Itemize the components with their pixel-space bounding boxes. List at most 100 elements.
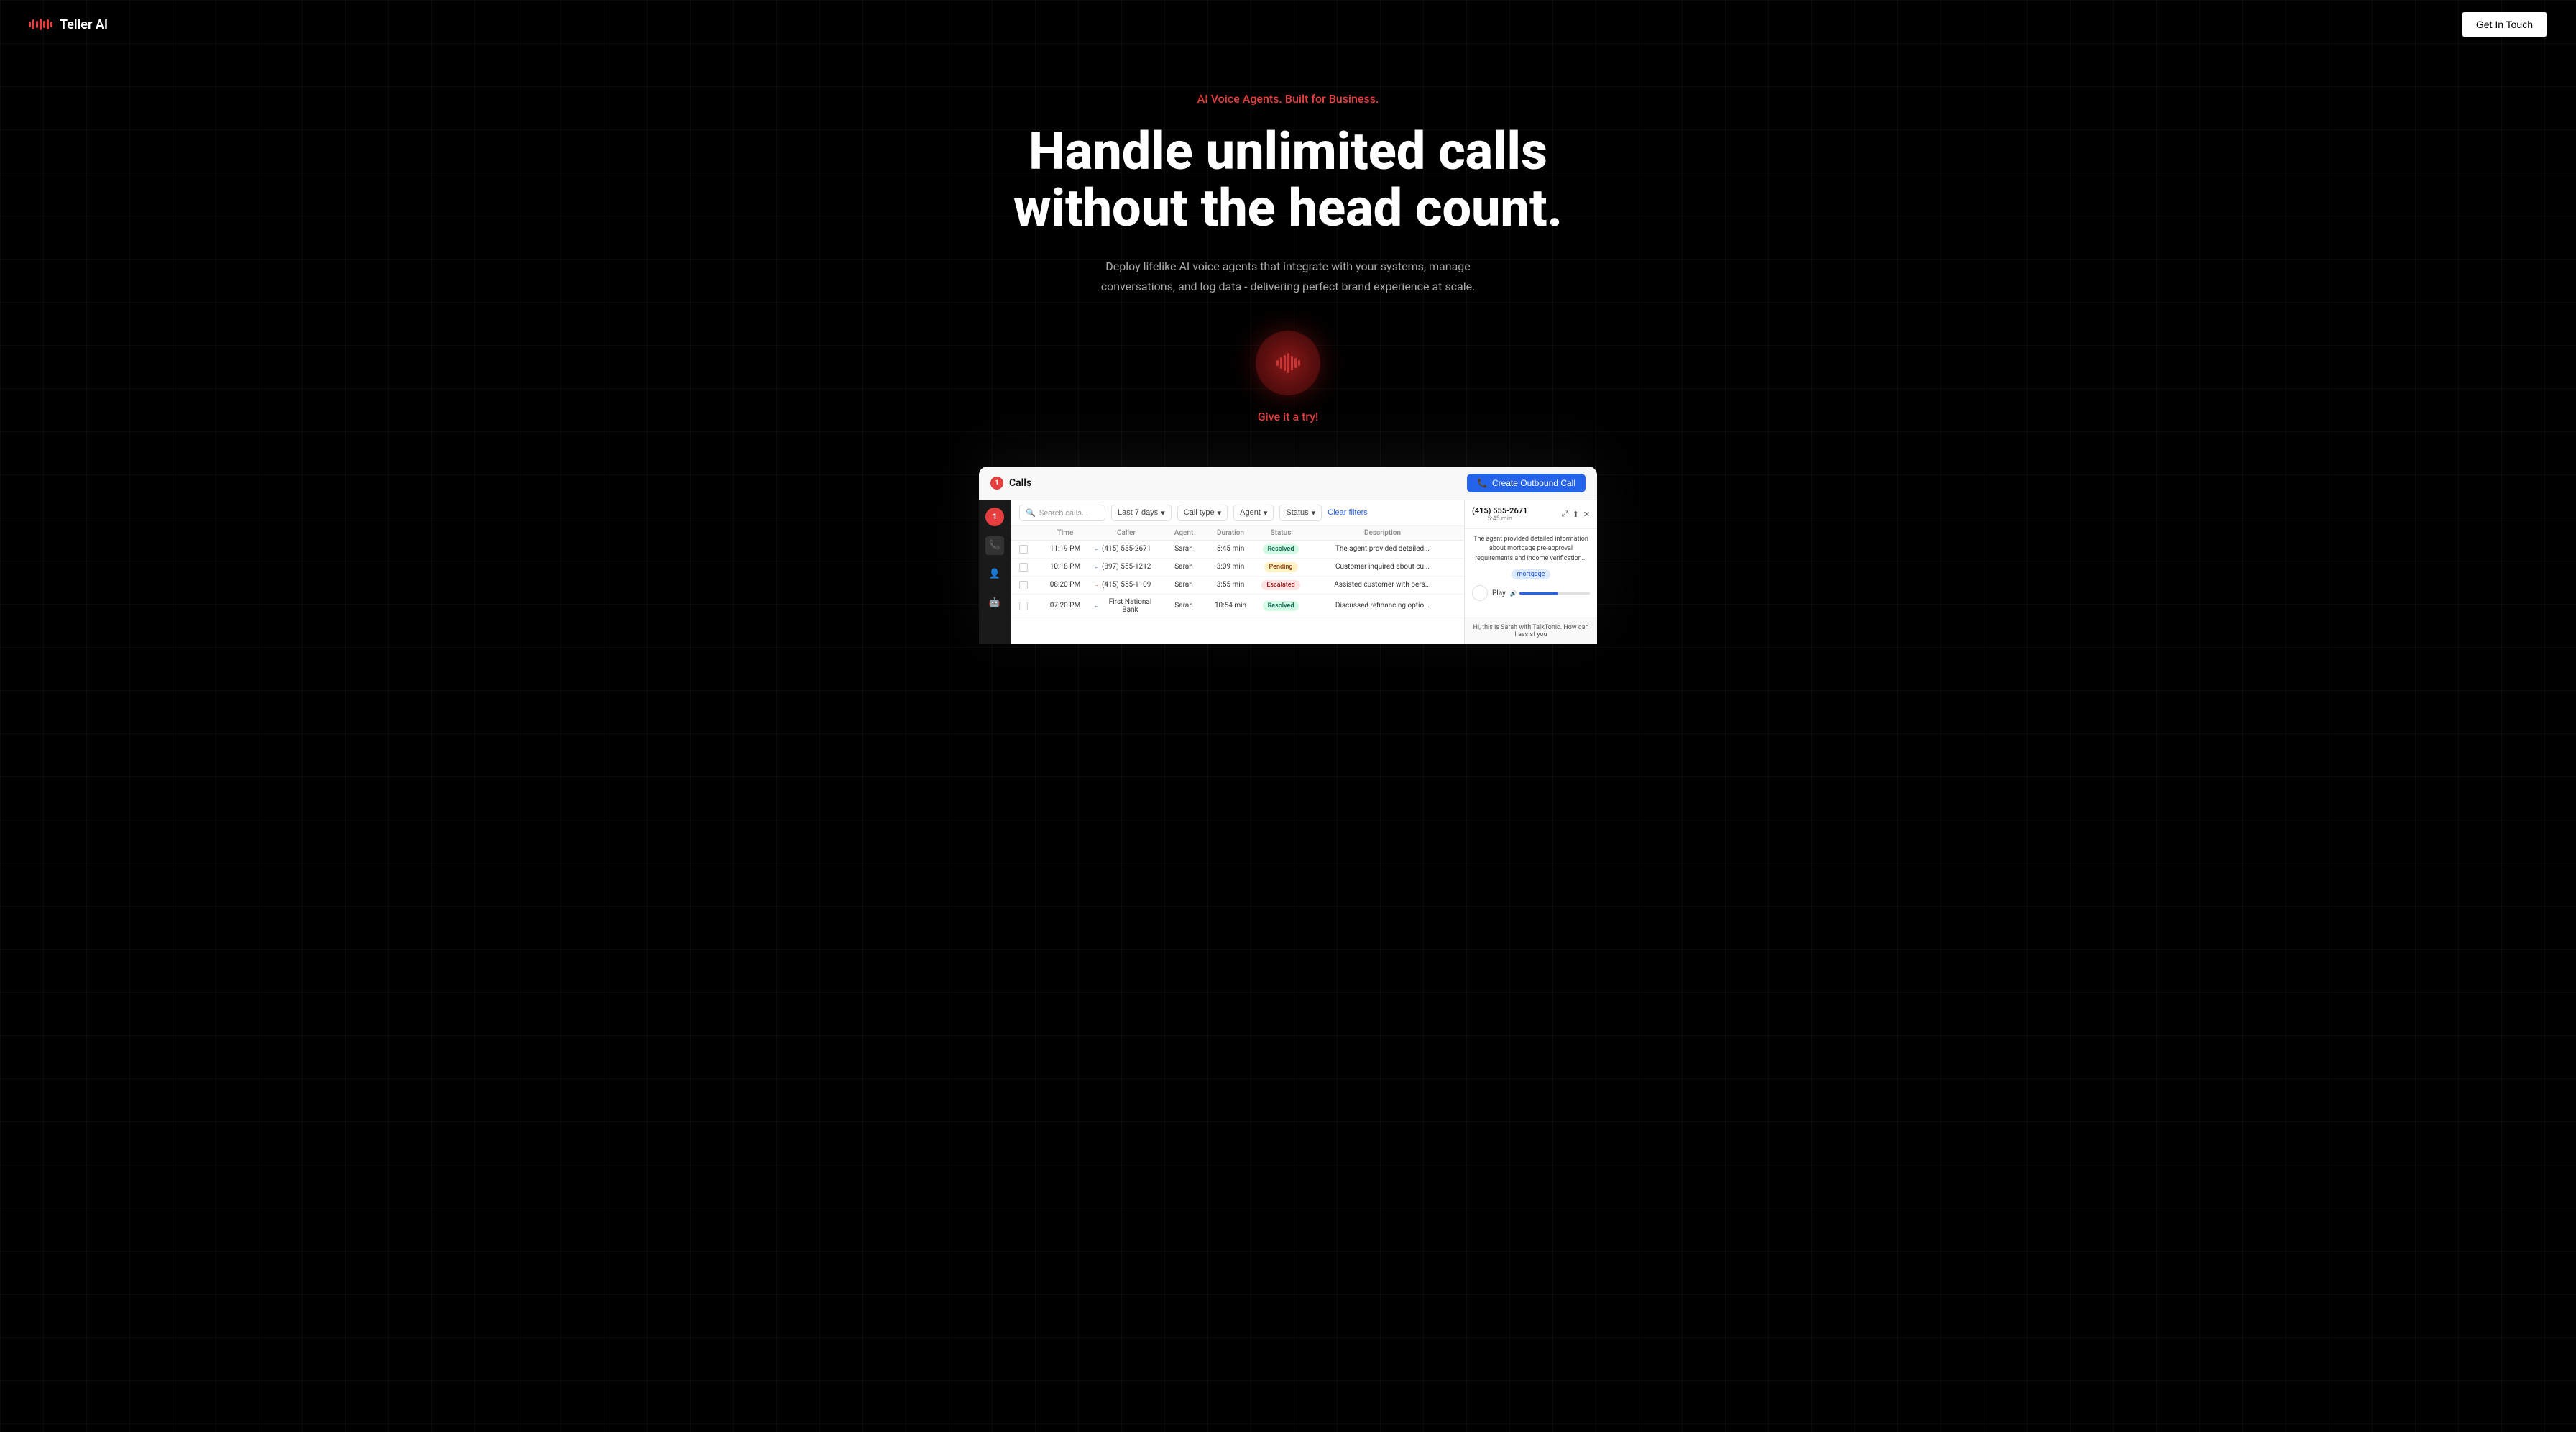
call-type-filter[interactable]: Call type ▾ bbox=[1177, 505, 1228, 521]
search-icon: 🔍 bbox=[1026, 508, 1036, 518]
col-time: Time bbox=[1036, 529, 1094, 537]
hero-title: Handle unlimited calls without the head … bbox=[1000, 123, 1576, 237]
cell-time: 08:20 PM bbox=[1036, 581, 1094, 589]
sidebar-calls-icon[interactable]: 📞 bbox=[985, 536, 1004, 555]
logo-waveform bbox=[29, 19, 52, 30]
date-range-filter[interactable]: Last 7 days ▾ bbox=[1111, 505, 1172, 521]
table-row[interactable]: 11:19 PM ← (415) 555-2671 Sarah 5:45 min… bbox=[1011, 541, 1464, 559]
hero-tagline: AI Voice Agents. Built for Business. bbox=[14, 92, 2562, 106]
status-filter[interactable]: Status ▾ bbox=[1279, 505, 1322, 521]
search-placeholder: Search calls... bbox=[1039, 508, 1088, 518]
outbound-icon: → bbox=[1094, 582, 1100, 588]
wave-bar-1 bbox=[29, 22, 31, 27]
voice-demo-button[interactable] bbox=[1256, 331, 1320, 395]
cell-description: The agent provided detailed... bbox=[1310, 545, 1455, 553]
hero-title-line2: without the head count. bbox=[1013, 178, 1563, 239]
table-row[interactable]: 10:18 PM ← (897) 555-1212 Sarah 3:09 min… bbox=[1011, 559, 1464, 577]
status-badge: Pending bbox=[1264, 562, 1298, 572]
status-label: Status bbox=[1286, 508, 1308, 517]
chevron-down-icon-3: ▾ bbox=[1264, 508, 1268, 518]
chevron-down-icon-2: ▾ bbox=[1218, 508, 1222, 518]
audio-progress-bar: 🔊 bbox=[1510, 590, 1590, 597]
audio-track bbox=[1519, 592, 1590, 595]
detail-icons: ⤢ ⬆ ✕ bbox=[1562, 509, 1590, 519]
chat-text: Hi, this is Sarah with TalkTonic. How ca… bbox=[1473, 624, 1589, 638]
cell-agent: Sarah bbox=[1159, 581, 1209, 589]
logo-icon bbox=[29, 19, 52, 30]
sidebar-agents-icon[interactable]: 🤖 bbox=[985, 594, 1004, 612]
v-bar-6 bbox=[1294, 358, 1297, 368]
v-bar-1 bbox=[1276, 360, 1279, 366]
status-badge: Resolved bbox=[1263, 544, 1300, 554]
voice-button-container: Give it a try! bbox=[14, 331, 2562, 423]
clear-filters-button[interactable]: Clear filters bbox=[1328, 508, 1368, 517]
row-checkbox[interactable] bbox=[1019, 581, 1028, 589]
cell-duration: 3:55 min bbox=[1209, 581, 1252, 589]
phone-icon: 📞 bbox=[1477, 478, 1488, 488]
row-checkbox[interactable] bbox=[1019, 563, 1028, 572]
inbound-icon: ← bbox=[1094, 602, 1100, 609]
play-label: Play bbox=[1492, 589, 1506, 597]
cell-duration: 10:54 min bbox=[1209, 602, 1252, 610]
close-icon[interactable]: ✕ bbox=[1583, 510, 1590, 519]
calls-badge: 1 bbox=[990, 477, 1003, 490]
inbound-icon: ← bbox=[1094, 546, 1100, 552]
cell-duration: 5:45 min bbox=[1209, 545, 1252, 553]
col-status: Status bbox=[1252, 529, 1310, 537]
detail-phone: (415) 555-2671 bbox=[1472, 506, 1527, 515]
cell-duration: 3:09 min bbox=[1209, 563, 1252, 571]
cell-agent: Sarah bbox=[1159, 545, 1209, 553]
expand-icon[interactable]: ⤢ bbox=[1562, 509, 1568, 519]
agent-filter[interactable]: Agent ▾ bbox=[1233, 505, 1274, 521]
col-checkbox bbox=[1019, 529, 1036, 537]
cell-caller: ← (897) 555-1212 bbox=[1094, 563, 1159, 571]
detail-body: The agent provided detailed information … bbox=[1465, 529, 1597, 618]
give-try-label: Give it a try! bbox=[1258, 410, 1319, 423]
col-duration: Duration bbox=[1209, 529, 1252, 537]
audio-progress-fill bbox=[1519, 592, 1558, 595]
get-in-touch-button[interactable]: Get In Touch bbox=[2462, 12, 2547, 37]
date-range-label: Last 7 days bbox=[1118, 508, 1158, 517]
table-row[interactable]: 08:20 PM → (415) 555-1109 Sarah 3:55 min… bbox=[1011, 577, 1464, 595]
call-type-label: Call type bbox=[1184, 508, 1215, 517]
play-button[interactable]: ▶ bbox=[1472, 585, 1488, 601]
col-caller: Caller bbox=[1094, 529, 1159, 537]
wave-bar-6 bbox=[47, 19, 49, 29]
hero-section: AI Voice Agents. Built for Business. Han… bbox=[0, 49, 2576, 673]
detail-tag: mortgage bbox=[1512, 569, 1550, 579]
detail-duration: 5:45 min bbox=[1472, 515, 1527, 523]
v-bar-4 bbox=[1287, 353, 1289, 373]
detail-description: The agent provided detailed information … bbox=[1472, 535, 1590, 564]
sidebar-users-icon[interactable]: 👤 bbox=[985, 565, 1004, 584]
cell-agent: Sarah bbox=[1159, 563, 1209, 571]
dashboard-body: 1 📞 👤 🤖 🔍 Search calls... Last 7 days ▾ bbox=[979, 500, 1597, 644]
brand-name: Teller AI bbox=[60, 17, 108, 32]
cell-time: 11:19 PM bbox=[1036, 545, 1094, 553]
detail-header: (415) 555-2671 5:45 min ⤢ ⬆ ✕ bbox=[1465, 500, 1597, 529]
filters-row: 🔍 Search calls... Last 7 days ▾ Call typ… bbox=[1011, 500, 1464, 526]
create-outbound-label: Create Outbound Call bbox=[1492, 478, 1576, 488]
calls-table: Time Caller Agent Duration Status Descri… bbox=[1011, 526, 1464, 644]
col-description: Description bbox=[1310, 529, 1455, 537]
col-agent: Agent bbox=[1159, 529, 1209, 537]
sidebar-avatar: 1 bbox=[985, 508, 1004, 526]
v-bar-3 bbox=[1284, 355, 1286, 371]
cell-time: 07:20 PM bbox=[1036, 602, 1094, 610]
logo: Teller AI bbox=[29, 17, 108, 32]
search-box[interactable]: 🔍 Search calls... bbox=[1019, 505, 1105, 521]
table-row[interactable]: 07:20 PM ← First National Bank Sarah 10:… bbox=[1011, 595, 1464, 618]
hero-title-line1: Handle unlimited calls bbox=[1029, 121, 1547, 182]
v-bar-5 bbox=[1291, 356, 1293, 370]
share-icon[interactable]: ⬆ bbox=[1573, 510, 1579, 519]
wave-bar-2 bbox=[32, 19, 34, 29]
status-badge: Escalated bbox=[1261, 580, 1300, 590]
row-checkbox[interactable] bbox=[1019, 545, 1028, 554]
detail-chat-preview: Hi, this is Sarah with TalkTonic. How ca… bbox=[1465, 618, 1597, 644]
row-checkbox[interactable] bbox=[1019, 602, 1028, 610]
wave-bar-4 bbox=[40, 19, 42, 30]
create-outbound-button[interactable]: 📞 Create Outbound Call bbox=[1467, 474, 1586, 492]
cell-description: Discussed refinancing optio... bbox=[1310, 602, 1455, 610]
cell-description: Customer inquired about cu... bbox=[1310, 563, 1455, 571]
inbound-icon: ← bbox=[1094, 564, 1100, 570]
dashboard-header: 1 Calls 📞 Create Outbound Call bbox=[979, 467, 1597, 500]
